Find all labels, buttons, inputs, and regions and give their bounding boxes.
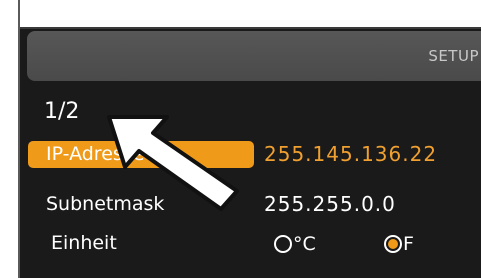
subnetmask-value[interactable]: 255.255.0.0: [264, 192, 396, 216]
radio-celsius-icon[interactable]: [274, 235, 292, 253]
header-bar: SETUP: [27, 31, 481, 81]
ip-address-value[interactable]: 255.145.136.22: [264, 142, 437, 166]
unit-label: Einheit: [51, 232, 117, 254]
top-bar: [20, 0, 481, 29]
unit-option-celsius[interactable]: °C: [274, 233, 316, 255]
mouse-pointer-icon: [107, 115, 239, 211]
header-title: SETUP: [428, 47, 479, 65]
unit-option-fahrenheit[interactable]: F: [384, 233, 414, 255]
page-indicator: 1/2: [44, 99, 80, 124]
unit-option-celsius-label: °C: [293, 233, 316, 255]
unit-option-fahrenheit-label: F: [403, 233, 414, 255]
device-screen: SETUP 1/2 IP-Adresse 255.145.136.22 Subn…: [18, 0, 481, 278]
radio-fahrenheit-icon[interactable]: [384, 235, 402, 253]
